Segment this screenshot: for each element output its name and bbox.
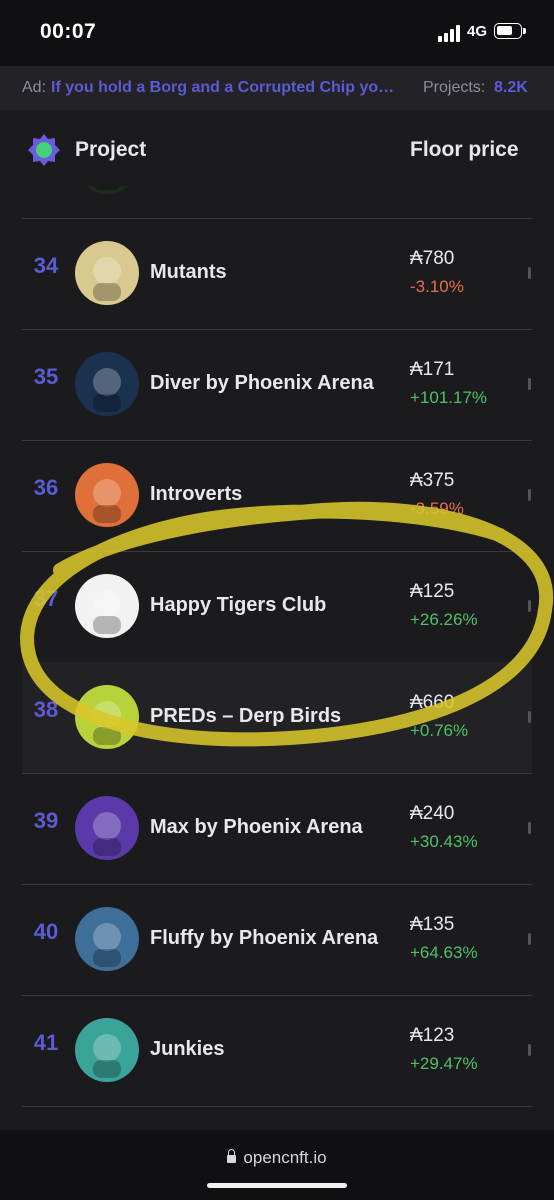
row-rank: 35 <box>33 364 59 389</box>
ad-link[interactable]: If you hold a Borg and a Corrupted Chip … <box>51 79 395 97</box>
price-change: +26.26% <box>410 610 478 629</box>
price-change: +101.17% <box>410 388 488 407</box>
floor-price: ₳240 <box>410 803 455 824</box>
home-indicator[interactable] <box>207 1183 347 1188</box>
project-name[interactable]: PREDs – Derp Birds <box>150 705 341 728</box>
project-table: 33The Gentlemen's Club+14.81%34Mutants₳7… <box>0 136 554 1130</box>
price-change: +64.63% <box>410 943 478 962</box>
lock-icon <box>227 1149 237 1163</box>
row-menu-icon[interactable] <box>528 711 531 723</box>
column-header-project[interactable]: Project <box>75 138 146 162</box>
project-avatar[interactable] <box>75 352 139 416</box>
project-name[interactable]: Max by Phoenix Arena <box>150 816 363 839</box>
project-name[interactable]: Introverts <box>150 483 242 506</box>
ad-label: Ad: <box>22 79 47 96</box>
price-change: +29.47% <box>410 1054 478 1073</box>
battery-icon <box>494 23 526 39</box>
table-row[interactable]: 35 Diver by Phoenix Arena ₳171 +101.17% <box>22 329 532 441</box>
project-avatar[interactable] <box>75 574 139 638</box>
status-time: 00:07 <box>40 20 97 43</box>
network-type: 4G <box>467 23 488 40</box>
row-menu-icon[interactable] <box>528 600 531 612</box>
table-header: Project Floor price <box>0 110 554 186</box>
signal-icon <box>438 24 462 42</box>
ad-banner[interactable]: Ad: If you hold a Borg and a Corrupted C… <box>0 66 554 111</box>
row-rank: 39 <box>33 808 59 833</box>
project-avatar[interactable] <box>75 241 139 305</box>
floor-price: ₳135 <box>410 914 455 935</box>
project-avatar[interactable] <box>75 685 139 749</box>
projects-count: 8.2K <box>494 79 528 96</box>
project-name[interactable]: Fluffy by Phoenix Arena <box>150 927 378 950</box>
table-row[interactable]: 34 Mutants ₳780 -3.10% <box>22 218 532 330</box>
row-menu-icon[interactable] <box>528 489 531 501</box>
floor-price: ₳125 <box>410 581 455 602</box>
floor-price: ₳375 <box>410 470 455 491</box>
address-bar[interactable]: opencnft.io <box>0 1148 554 1168</box>
row-rank: 40 <box>33 919 59 944</box>
row-rank: 41 <box>33 1030 59 1055</box>
table-row[interactable]: 36 Introverts ₳375 -3.59% <box>22 440 532 552</box>
row-rank: 37 <box>33 586 59 611</box>
floor-price: ₳660 <box>410 692 455 713</box>
projects-label: Projects: <box>423 79 486 96</box>
project-avatar[interactable] <box>75 463 139 527</box>
row-menu-icon[interactable] <box>528 822 531 834</box>
table-row[interactable]: 37 Happy Tigers Club ₳125 +26.26% <box>22 551 532 663</box>
price-change: +0.76% <box>410 721 469 740</box>
table-row[interactable]: 38 PREDs – Derp Birds ₳660 +0.76% <box>22 662 532 774</box>
floor-price: ₳171 <box>410 359 455 380</box>
url-text: opencnft.io <box>243 1148 327 1167</box>
opencnft-logo-icon <box>28 134 60 166</box>
row-menu-icon[interactable] <box>528 267 531 279</box>
project-name[interactable]: Diver by Phoenix Arena <box>150 372 374 395</box>
row-menu-icon[interactable] <box>528 378 531 390</box>
row-menu-icon[interactable] <box>528 933 531 945</box>
table-row[interactable]: 40 Fluffy by Phoenix Arena ₳135 +64.63% <box>22 884 532 996</box>
project-avatar[interactable] <box>75 796 139 860</box>
row-rank: 36 <box>33 475 59 500</box>
project-name[interactable]: Junkies <box>150 1038 224 1061</box>
table-row[interactable]: 39 Max by Phoenix Arena ₳240 +30.43% <box>22 773 532 885</box>
status-bar: 00:07 4G <box>0 0 554 66</box>
floor-price: ₳780 <box>410 248 455 269</box>
price-change: -3.59% <box>410 499 464 518</box>
project-avatar[interactable] <box>75 1018 139 1082</box>
floor-price: ₳123 <box>410 1025 455 1046</box>
price-change: -3.10% <box>410 277 464 296</box>
row-rank: 34 <box>33 253 59 278</box>
project-avatar[interactable] <box>75 907 139 971</box>
row-rank: 38 <box>33 697 59 722</box>
column-header-floor-price[interactable]: Floor price <box>410 138 519 162</box>
table-row[interactable]: 41 Junkies ₳123 +29.47% <box>22 995 532 1107</box>
row-menu-icon[interactable] <box>528 1044 531 1056</box>
price-change: +30.43% <box>410 832 478 851</box>
project-name[interactable]: Mutants <box>150 261 227 284</box>
project-name[interactable]: Happy Tigers Club <box>150 594 326 617</box>
